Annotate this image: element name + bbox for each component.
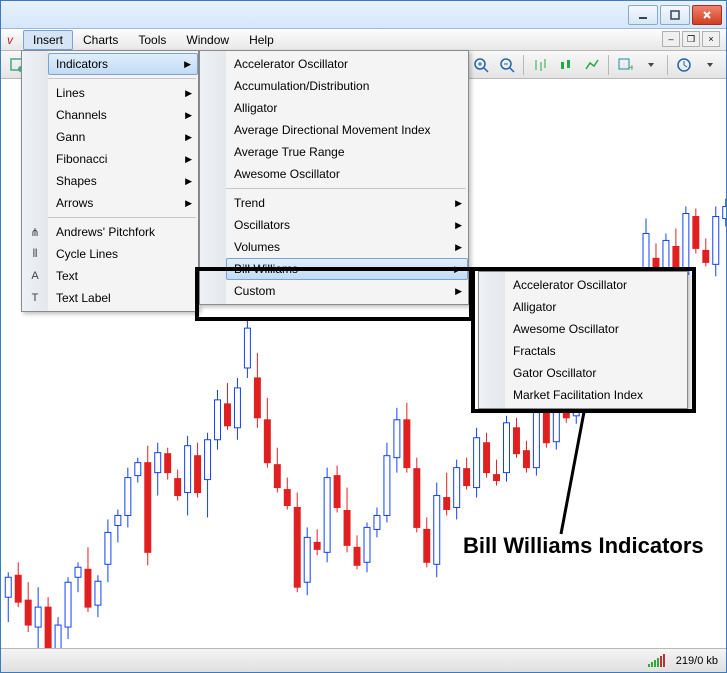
menu-item-shapes[interactable]: Shapes▶ [48, 170, 198, 192]
close-button[interactable] [692, 5, 722, 25]
menu-charts[interactable]: Charts [73, 30, 128, 50]
menu-item-bw-accelerator[interactable]: Accelerator Oscillator [505, 274, 687, 296]
pitchfork-icon: ⋔ [26, 226, 44, 239]
menu-item-atr[interactable]: Average True Range [226, 141, 468, 163]
menu-item-indicators[interactable]: Indicators▶ [48, 53, 198, 75]
menu-insert[interactable]: Insert [23, 30, 73, 50]
toolbar-dropdown-icon[interactable] [639, 54, 663, 76]
menu-tools[interactable]: Tools [128, 30, 176, 50]
menu-item-accum-dist[interactable]: Accumulation/Distribution [226, 75, 468, 97]
menu-item-trend[interactable]: Trend▶ [226, 192, 468, 214]
menu-item-oscillators[interactable]: Oscillators▶ [226, 214, 468, 236]
menu-item-cycle-lines[interactable]: ⦀Cycle Lines [48, 243, 198, 265]
menu-bar: v Insert Charts Tools Window Help – ❐ × [1, 29, 726, 51]
menu-item-bw-mfi[interactable]: Market Facilitation Index [505, 384, 687, 406]
menu-item-gann[interactable]: Gann▶ [48, 126, 198, 148]
menu-item-adx[interactable]: Average Directional Movement Index [226, 119, 468, 141]
bill-williams-dropdown: Accelerator Oscillator Alligator Awesome… [478, 271, 688, 409]
menu-item-andrews-pitchfork[interactable]: ⋔Andrews' Pitchfork [48, 221, 198, 243]
menu-item-alligator[interactable]: Alligator [226, 97, 468, 119]
menu-item-bw-gator[interactable]: Gator Oscillator [505, 362, 687, 384]
menu-item-bill-williams[interactable]: Bill Williams▶ [226, 258, 468, 280]
minimize-button[interactable] [628, 5, 658, 25]
title-bar [1, 1, 726, 29]
menu-help[interactable]: Help [239, 30, 284, 50]
connection-signal-icon [648, 654, 668, 668]
toolbar-periodicity-icon[interactable] [672, 54, 696, 76]
status-bar: 219/0 kb [1, 648, 726, 672]
svg-text:+: + [629, 63, 633, 73]
toolbar-indicators-icon[interactable]: + [613, 54, 637, 76]
insert-dropdown: Indicators▶ Lines▶ Channels▶ Gann▶ Fibon… [21, 50, 199, 312]
indicators-dropdown: Accelerator Oscillator Accumulation/Dist… [199, 50, 469, 305]
menu-item-awesome[interactable]: Awesome Oscillator [226, 163, 468, 185]
maximize-button[interactable] [660, 5, 690, 25]
menu-item-text-label[interactable]: TText Label [48, 287, 198, 309]
menu-item-arrows[interactable]: Arrows▶ [48, 192, 198, 214]
child-minimize-button[interactable]: – [662, 31, 680, 47]
menu-partial[interactable]: v [1, 30, 23, 50]
toolbar-bar-chart-icon[interactable] [528, 54, 552, 76]
menu-window[interactable]: Window [176, 30, 239, 50]
menu-item-bw-alligator[interactable]: Alligator [505, 296, 687, 318]
toolbar-dropdown2-icon[interactable] [698, 54, 722, 76]
menu-item-custom[interactable]: Custom▶ [226, 280, 468, 302]
menu-item-bw-fractals[interactable]: Fractals [505, 340, 687, 362]
menu-item-accelerator-osc[interactable]: Accelerator Oscillator [226, 53, 468, 75]
menu-item-fibonacci[interactable]: Fibonacci▶ [48, 148, 198, 170]
toolbar-candle-chart-icon[interactable] [554, 54, 578, 76]
child-close-button[interactable]: × [702, 31, 720, 47]
menu-item-volumes[interactable]: Volumes▶ [226, 236, 468, 258]
toolbar-zoom-out-icon[interactable] [495, 54, 519, 76]
child-restore-button[interactable]: ❐ [682, 31, 700, 47]
menu-item-channels[interactable]: Channels▶ [48, 104, 198, 126]
status-kb: 219/0 kb [676, 655, 718, 667]
text-label-icon: T [26, 292, 44, 304]
toolbar-zoom-in-icon[interactable] [469, 54, 493, 76]
text-icon: A [26, 270, 44, 282]
toolbar-line-chart-icon[interactable] [580, 54, 604, 76]
menu-item-bw-awesome[interactable]: Awesome Oscillator [505, 318, 687, 340]
app-window: v Insert Charts Tools Window Help – ❐ × … [0, 0, 727, 673]
cycle-lines-icon: ⦀ [26, 248, 44, 261]
menu-item-text[interactable]: AText [48, 265, 198, 287]
menu-item-lines[interactable]: Lines▶ [48, 82, 198, 104]
